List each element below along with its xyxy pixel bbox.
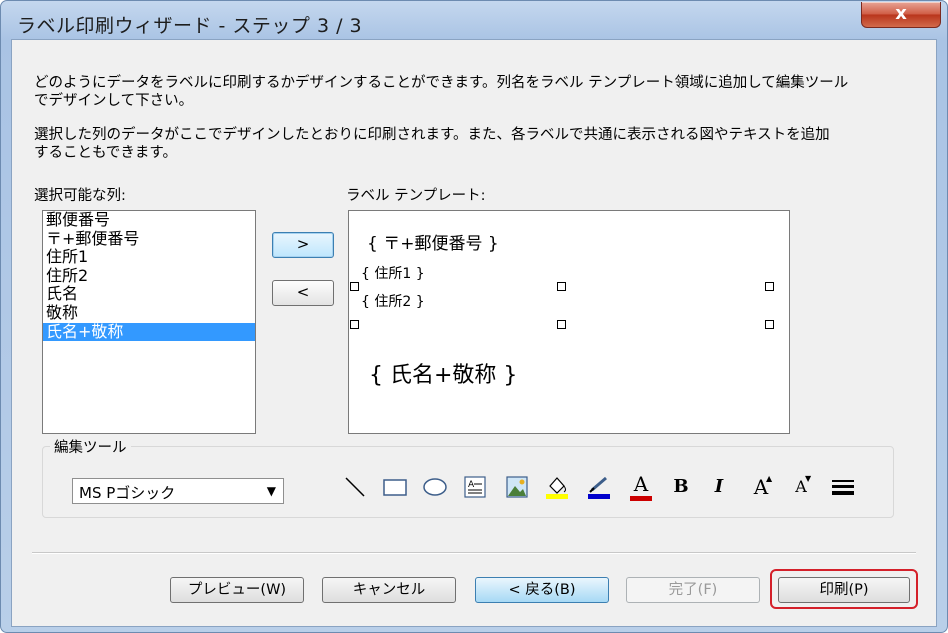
list-item[interactable]: 敬称 bbox=[43, 303, 255, 323]
line-color-icon[interactable] bbox=[584, 472, 614, 502]
italic-icon[interactable]: I bbox=[704, 472, 734, 502]
font-select-value: MS Pゴシック bbox=[79, 484, 176, 502]
label-template-label: ラベル テンプレート: bbox=[346, 188, 486, 204]
line-icon[interactable] bbox=[340, 472, 370, 502]
edit-tools-label: 編集ツール bbox=[50, 436, 131, 457]
ellipse-icon[interactable] bbox=[420, 472, 450, 502]
font-larger-icon[interactable]: A ▲ bbox=[746, 472, 776, 502]
list-item-selected[interactable]: 氏名+敬称 bbox=[43, 322, 255, 342]
description-line-3: 選択した列のデータがここでデザインしたとおりに印刷されます。また、各ラベルで共通… bbox=[34, 127, 830, 143]
cancel-button[interactable]: キャンセル bbox=[322, 577, 456, 603]
description-line-2: でデザインして下さい。 bbox=[34, 93, 194, 109]
description-line-1: どのようにデータをラベルに印刷するかデザインすることができます。列名をラベル テ… bbox=[34, 75, 849, 91]
print-button-highlight bbox=[770, 569, 918, 609]
close-icon: x bbox=[895, 3, 907, 24]
list-item[interactable]: 住所1 bbox=[43, 248, 255, 267]
available-columns-list[interactable]: 郵便番号 〒+郵便番号 住所1 住所2 氏名 敬称 氏名+敬称 bbox=[42, 210, 256, 434]
bold-icon[interactable]: B bbox=[666, 472, 696, 502]
list-item[interactable]: 郵便番号 bbox=[43, 210, 255, 230]
list-item[interactable]: 氏名 bbox=[43, 285, 255, 304]
chevron-down-icon[interactable]: ▼ bbox=[267, 484, 276, 498]
wizard-window: ラベル印刷ウィザード - ステップ 3 / 3 x どのようにデータをラベルに印… bbox=[0, 0, 948, 633]
resize-handle[interactable] bbox=[765, 320, 774, 329]
footer-separator bbox=[32, 552, 916, 554]
label-template-area[interactable]: { 〒+郵便番号 } { 住所1 } { 住所2 } { 氏名+敬称 } bbox=[348, 210, 790, 434]
add-column-button[interactable]: > bbox=[272, 232, 334, 258]
rectangle-icon[interactable] bbox=[380, 472, 410, 502]
resize-handle[interactable] bbox=[350, 320, 359, 329]
available-columns-label: 選択可能な列: bbox=[34, 188, 126, 204]
font-color-glyph: A bbox=[633, 472, 649, 496]
resize-handle[interactable] bbox=[350, 282, 359, 291]
font-smaller-icon[interactable]: A ▼ bbox=[786, 472, 816, 502]
resize-handle[interactable] bbox=[765, 282, 774, 291]
back-button[interactable]: < 戻る(B) bbox=[475, 577, 609, 603]
description-line-4: することもできます。 bbox=[34, 145, 177, 161]
window-title: ラベル印刷ウィザード - ステップ 3 / 3 bbox=[17, 15, 363, 37]
preview-button[interactable]: プレビュー(W) bbox=[170, 577, 304, 603]
finish-button[interactable]: 完了(F) bbox=[626, 577, 760, 603]
font-color-icon[interactable]: A bbox=[626, 472, 656, 502]
close-button[interactable]: x bbox=[861, 2, 941, 28]
remove-column-button[interactable]: < bbox=[272, 280, 334, 306]
title-bar[interactable]: ラベル印刷ウィザード - ステップ 3 / 3 x bbox=[1, 1, 947, 39]
template-field-address2[interactable]: { 住所2 } bbox=[361, 291, 425, 311]
svg-text:A: A bbox=[468, 480, 475, 490]
fill-color-icon[interactable] bbox=[542, 472, 572, 502]
list-item[interactable]: 住所2 bbox=[43, 266, 255, 286]
resize-handle[interactable] bbox=[557, 282, 566, 291]
wizard-client-area: どのようにデータをラベルに印刷するかデザインすることができます。列名をラベル テ… bbox=[11, 39, 937, 627]
image-icon[interactable] bbox=[502, 472, 532, 502]
font-select[interactable]: MS Pゴシック ▼ bbox=[72, 478, 284, 504]
template-field-address1[interactable]: { 住所1 } bbox=[361, 263, 425, 283]
template-field-postal[interactable]: { 〒+郵便番号 } bbox=[367, 229, 499, 254]
resize-handle[interactable] bbox=[557, 320, 566, 329]
list-item[interactable]: 〒+郵便番号 bbox=[43, 229, 255, 249]
template-field-name-honorific[interactable]: { 氏名+敬称 } bbox=[369, 357, 517, 389]
textbox-icon[interactable]: A bbox=[460, 472, 490, 502]
line-width-icon[interactable] bbox=[828, 472, 858, 502]
